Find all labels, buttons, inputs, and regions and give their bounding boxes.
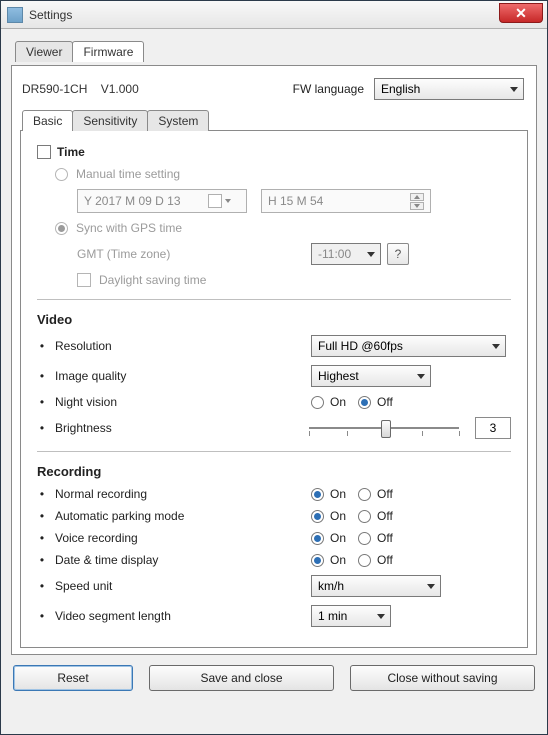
datetime-display-label: Date & time display [55,553,255,567]
firmware-version: V1.000 [101,82,139,96]
close-without-saving-button[interactable]: Close without saving [350,665,535,691]
resolution-label: Resolution [55,339,255,353]
resolution-row: • Resolution Full HD @60fps [37,335,511,357]
firmware-model: DR590-1CH [22,82,87,96]
tab-sensitivity[interactable]: Sensitivity [72,110,148,131]
separator-2 [37,451,511,452]
night-vision-on-label: On [330,395,352,409]
manual-time-radio[interactable] [55,168,68,181]
night-vision-label: Night vision [55,395,255,409]
gmt-help-button[interactable]: ? [387,243,409,265]
brightness-label: Brightness [55,421,255,435]
gmt-select[interactable]: -11:00 [311,243,381,265]
night-vision-on-radio[interactable] [311,396,324,409]
parking-mode-row: • Automatic parking mode On Off [37,509,511,523]
sync-gps-label: Sync with GPS time [76,221,182,235]
voice-recording-row: • Voice recording On Off [37,531,511,545]
app-icon [7,7,23,23]
fw-language-select[interactable]: English [374,78,524,100]
datetime-on-radio[interactable] [311,554,324,567]
normal-off-radio[interactable] [358,488,371,501]
image-quality-select[interactable]: Highest [311,365,431,387]
window-title: Settings [29,8,72,22]
parking-mode-label: Automatic parking mode [55,509,255,523]
chevron-up-icon[interactable] [410,193,424,201]
section-video: Video [37,312,511,327]
datetime-display-row: • Date & time display On Off [37,553,511,567]
speed-unit-value: km/h [318,579,344,593]
title-bar: Settings ✕ [1,1,547,29]
sync-gps-radio[interactable] [55,222,68,235]
dst-label: Daylight saving time [99,273,206,287]
normal-recording-row: • Normal recording On Off [37,487,511,501]
night-vision-off-label: Off [377,395,399,409]
brightness-row: • Brightness 3 [37,417,511,439]
date-value: Y 2017 M 09 D 13 [84,194,181,208]
fw-language-value: English [381,82,420,96]
dst-row: Daylight saving time [77,273,511,287]
sub-tab-strip: Basic Sensitivity System [22,110,528,131]
night-vision-row: • Night vision On Off [37,395,511,409]
image-quality-label: Image quality [55,369,255,383]
gmt-value: -11:00 [318,247,351,261]
normal-on-radio[interactable] [311,488,324,501]
brightness-slider[interactable] [309,418,459,438]
firmware-panel: DR590-1CH V1.000 FW language English Bas… [11,65,537,655]
content-area: Viewer Firmware DR590-1CH V1.000 FW lang… [1,29,547,734]
time-spinner[interactable] [410,193,424,210]
tab-system[interactable]: System [147,110,209,131]
speed-unit-label: Speed unit [55,579,255,593]
manual-time-inputs: Y 2017 M 09 D 13 H 15 M 54 [77,189,511,213]
gmt-label: GMT (Time zone) [77,247,277,261]
time-section-label: Time [57,145,85,159]
segment-length-select[interactable]: 1 min [311,605,391,627]
firmware-info-row: DR590-1CH V1.000 FW language English [20,72,528,110]
image-quality-row: • Image quality Highest [37,365,511,387]
segment-length-value: 1 min [318,609,347,623]
footer-buttons: Reset Save and close Close without savin… [11,655,537,693]
parking-off-radio[interactable] [358,510,371,523]
speed-unit-row: • Speed unit km/h [37,575,511,597]
close-icon[interactable]: ✕ [499,3,543,23]
manual-time-label: Manual time setting [76,167,180,181]
reset-button[interactable]: Reset [13,665,133,691]
tab-viewer[interactable]: Viewer [15,41,73,62]
dst-checkbox[interactable] [77,273,91,287]
firmware-model-version: DR590-1CH V1.000 [22,82,139,96]
time-input[interactable]: H 15 M 54 [261,189,431,213]
fw-language-label: FW language [293,82,364,96]
calendar-icon [208,194,222,208]
top-tab-strip: Viewer Firmware [15,41,537,62]
brightness-value: 3 [475,417,511,439]
time-value: H 15 M 54 [268,194,323,208]
gmt-row: GMT (Time zone) -11:00 ? [77,243,511,265]
separator [37,299,511,300]
segment-length-label: Video segment length [55,609,255,623]
manual-time-row: Manual time setting [55,167,511,181]
speed-unit-select[interactable]: km/h [311,575,441,597]
chevron-down-icon[interactable] [410,202,424,210]
basic-panel: Time Manual time setting Y 2017 M 09 D 1… [20,130,528,648]
tab-firmware[interactable]: Firmware [72,41,144,62]
normal-recording-label: Normal recording [55,487,255,501]
resolution-select[interactable]: Full HD @60fps [311,335,506,357]
section-recording: Recording [37,464,511,479]
sync-gps-row: Sync with GPS time [55,221,511,235]
voice-off-radio[interactable] [358,532,371,545]
parking-on-radio[interactable] [311,510,324,523]
voice-recording-label: Voice recording [55,531,255,545]
datetime-off-radio[interactable] [358,554,371,567]
night-vision-off-radio[interactable] [358,396,371,409]
segment-length-row: • Video segment length 1 min [37,605,511,627]
image-quality-value: Highest [318,369,359,383]
date-input[interactable]: Y 2017 M 09 D 13 [77,189,247,213]
tab-basic[interactable]: Basic [22,110,73,131]
time-enable-checkbox[interactable] [37,145,51,159]
voice-on-radio[interactable] [311,532,324,545]
save-and-close-button[interactable]: Save and close [149,665,334,691]
settings-window: Settings ✕ Viewer Firmware DR590-1CH V1.… [0,0,548,735]
resolution-value: Full HD @60fps [318,339,403,353]
section-time: Time [37,145,511,159]
